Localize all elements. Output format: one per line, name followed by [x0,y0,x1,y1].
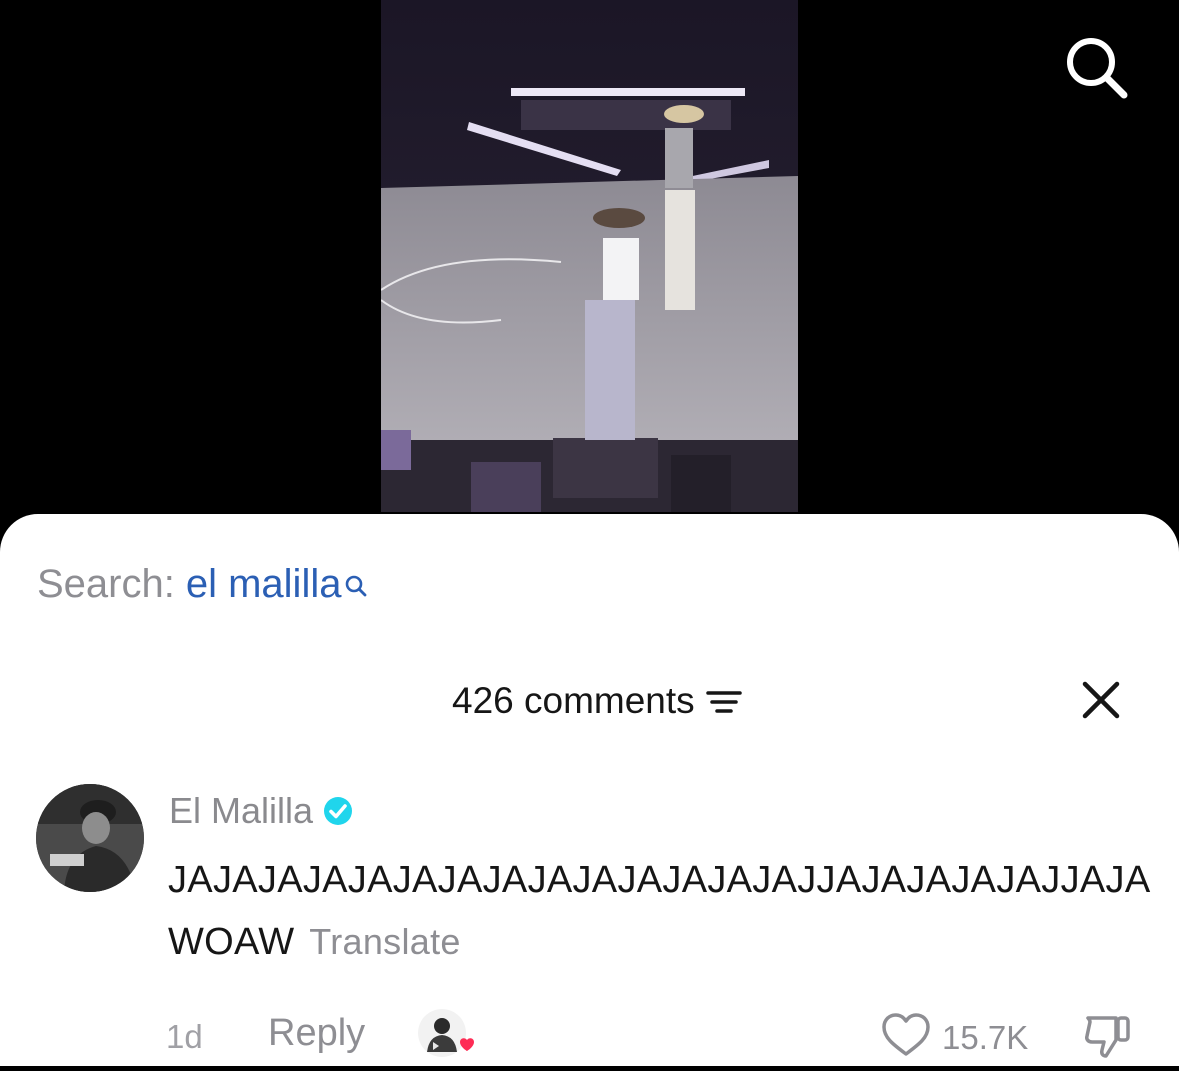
dislike-icon [1082,1016,1134,1066]
close-button[interactable] [1077,676,1125,724]
translate-link[interactable]: Translate [309,921,460,962]
heart-icon [880,1012,932,1063]
reply-button[interactable]: Reply [268,1012,365,1055]
comments-header: 426 comments [0,674,1179,730]
comment-count-label: 426 comments [452,680,695,721]
search-icon [1061,32,1131,107]
comment-actions: 1d Reply 15.7K [0,994,1179,1064]
comments-sheet: Search: el malilla 426 comments El Malil… [0,514,1179,1066]
comment-time: 1d [166,1018,203,1055]
dislike-button[interactable] [1082,1010,1134,1062]
search-button[interactable] [1058,34,1134,104]
verified-badge-icon [323,796,353,826]
creator-liked-avatar [417,1008,475,1066]
filter-icon [705,686,743,716]
video-player[interactable] [0,0,1179,540]
related-search-link[interactable]: Search: el malilla [37,562,369,609]
search-term[interactable]: el malilla [186,562,342,607]
like-button[interactable]: 15.7K [880,1012,1028,1063]
author-row: El Malilla [169,790,353,832]
author-name[interactable]: El Malilla [169,790,313,832]
comment-count-sort-button[interactable]: 426 comments [452,680,743,722]
comment-body: JAJAJAJAJAJAJAJAJAJAJAJAJAJAJJAJAJAJAJAJ… [168,850,1158,973]
search-prefix-label: Search: [37,562,175,606]
search-small-icon [343,564,369,609]
like-count: 15.7K [942,1018,1029,1056]
avatar[interactable] [36,784,144,892]
close-icon [1077,681,1125,728]
video-frame[interactable] [381,0,798,512]
